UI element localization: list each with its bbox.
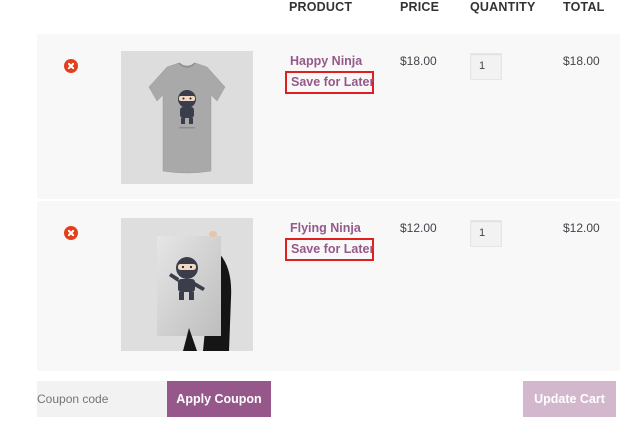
product-name-link[interactable]: Flying Ninja xyxy=(290,221,361,235)
apply-coupon-button[interactable]: Apply Coupon xyxy=(167,381,271,417)
save-for-later-link[interactable]: Save for Later xyxy=(285,238,374,261)
cart-table-header: PRODUCT PRICE QUANTITY TOTAL xyxy=(0,0,640,34)
tshirt-image-graphic xyxy=(121,51,253,184)
cart-item-row: Happy Ninja Save for Later $18.00 1 $18.… xyxy=(37,34,620,199)
coupon-code-input[interactable] xyxy=(37,381,167,417)
product-name-link[interactable]: Happy Ninja xyxy=(290,54,362,68)
header-price: PRICE xyxy=(400,0,440,14)
header-total: TOTAL xyxy=(563,0,605,14)
item-total: $12.00 xyxy=(563,221,600,235)
coupon-field[interactable] xyxy=(37,381,167,417)
item-total: $18.00 xyxy=(563,54,600,68)
cart-item-row: Flying Ninja Save for Later $12.00 1 $12… xyxy=(37,201,620,371)
quantity-input[interactable]: 1 xyxy=(470,53,502,80)
remove-item-icon[interactable] xyxy=(64,59,78,73)
remove-item-icon[interactable] xyxy=(64,226,78,240)
cart-actions: Apply Coupon Update Cart xyxy=(0,381,640,417)
save-for-later-link[interactable]: Save for Later xyxy=(285,71,374,94)
item-price: $12.00 xyxy=(400,221,437,235)
header-product: PRODUCT xyxy=(289,0,353,14)
poster-ninja-image[interactable] xyxy=(121,218,253,351)
poster-image-graphic xyxy=(121,218,253,351)
tshirt-ninja-image[interactable] xyxy=(121,51,253,184)
header-quantity: QUANTITY xyxy=(470,0,536,14)
item-price: $18.00 xyxy=(400,54,437,68)
quantity-input[interactable]: 1 xyxy=(470,220,502,247)
update-cart-button[interactable]: Update Cart xyxy=(523,381,616,417)
